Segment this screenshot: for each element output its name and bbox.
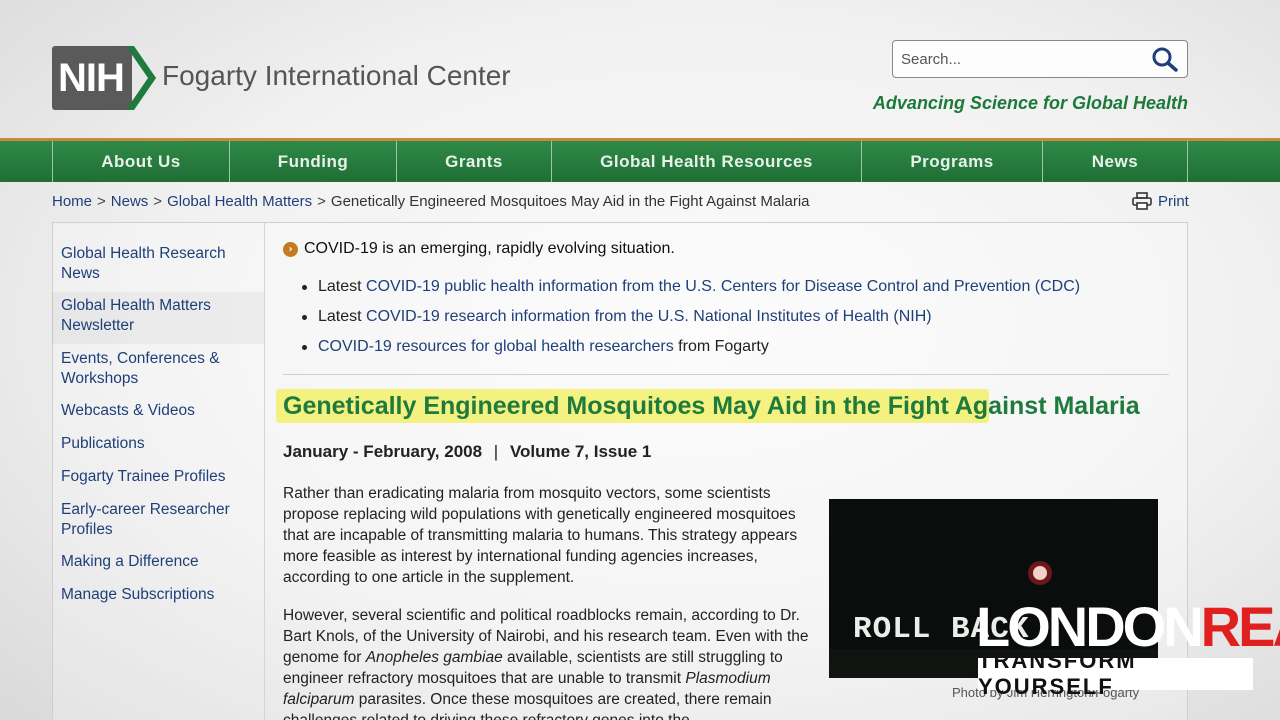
site-header: NIH Fogarty International Center Advanci… <box>0 0 1280 138</box>
breadcrumb: Home > News > Global Health Matters > Genetica… <box>52 193 810 210</box>
bullet-prefix: Latest <box>318 308 367 325</box>
species-name: Anopheles gambiae <box>365 649 503 666</box>
tagline: Advancing Science for Global Health <box>872 93 1188 113</box>
alert-text: COVID-19 is an emerging, rapidly evolvin… <box>304 240 675 257</box>
nav-programs[interactable]: Programs <box>861 141 1042 182</box>
list-item: Latest COVID-19 research information fro… <box>300 307 1080 337</box>
list-item: Latest COVID-19 public health informatio… <box>300 277 1080 307</box>
print-label: Print <box>1158 192 1189 210</box>
sidebar-item-publications[interactable]: Publications <box>52 434 264 454</box>
breadcrumb-separator: > <box>153 193 163 210</box>
breadcrumb-current: Genetically Engineered Mosquitoes May Ai… <box>330 193 810 210</box>
breadcrumb-separator: > <box>97 193 106 210</box>
nav-grants[interactable]: Grants <box>396 141 551 182</box>
covid-alert: › COVID-19 is an emerging, rapidly evolv… <box>283 240 675 258</box>
chevron-right-icon: › <box>283 241 298 257</box>
bullet-prefix: Latest <box>318 278 367 295</box>
alert-bullet-list: Latest COVID-19 public health informatio… <box>300 277 1080 367</box>
print-button[interactable]: Print <box>1132 192 1189 210</box>
breadcrumb-home[interactable]: Home <box>52 193 92 210</box>
london-real-watermark: LONDONREAL TRANSFORM YOURSELF <box>976 598 1280 700</box>
nav-global-health-resources[interactable]: Global Health Resources <box>551 141 861 182</box>
search-icon[interactable] <box>1151 46 1179 72</box>
article-title: Genetically Engineered Mosquitoes May Ai… <box>283 392 1140 420</box>
para2-text-c: parasites. Once these mosquitoes are cre… <box>283 691 772 720</box>
sidebar-item-manage-subscriptions[interactable]: Manage Subscriptions <box>52 585 264 605</box>
printer-icon <box>1132 192 1152 210</box>
sidebar-item-early-career-profiles[interactable]: Early-career Researcher Profiles <box>52 500 264 540</box>
article-paragraph-2: However, several scientific and politica… <box>283 605 823 720</box>
main-nav: About Us Funding Grants Global Health Re… <box>0 138 1280 182</box>
nav-news[interactable]: News <box>1042 141 1188 182</box>
browser-page: NIH Fogarty International Center Advanci… <box>0 0 1280 720</box>
sidebar-item-global-health-research-news[interactable]: Global Health Research News <box>52 244 264 284</box>
article-paragraph-1: Rather than eradicating malaria from mos… <box>283 485 798 586</box>
search-box <box>892 40 1188 78</box>
search-input[interactable] <box>901 49 1151 69</box>
nih-chevron-icon <box>126 46 156 110</box>
nav-about-us[interactable]: About Us <box>52 141 229 182</box>
sidebar-item-events[interactable]: Events, Conferences & Workshops <box>52 349 264 389</box>
breadcrumb-news[interactable]: News <box>111 193 149 210</box>
nih-info-link[interactable]: COVID-19 research information from the U… <box>366 308 932 325</box>
nih-logo-text: NIH <box>58 55 125 100</box>
fogarty-resources-link[interactable]: COVID-19 resources for global health res… <box>318 338 674 355</box>
sidebar: Global Health Research News Global Healt… <box>52 222 265 720</box>
breadcrumb-section[interactable]: Global Health Matters <box>167 193 312 210</box>
breadcrumb-separator: > <box>317 193 326 210</box>
sidebar-item-making-a-difference[interactable]: Making a Difference <box>52 552 264 572</box>
nih-logo[interactable]: NIH <box>52 46 132 110</box>
dateline-separator: | <box>493 442 499 461</box>
nav-funding[interactable]: Funding <box>229 141 396 182</box>
sidebar-item-trainee-profiles[interactable]: Fogarty Trainee Profiles <box>52 467 264 487</box>
sidebar-item-webcasts[interactable]: Webcasts & Videos <box>52 401 264 421</box>
bullet-suffix: from Fogarty <box>673 338 769 355</box>
org-name[interactable]: Fogarty International Center <box>162 60 511 92</box>
watermark-slogan: TRANSFORM YOURSELF <box>978 648 1253 699</box>
list-item: COVID-19 resources for global health res… <box>300 337 1080 367</box>
article-date: January - February, 2008 <box>283 442 483 461</box>
article-volume: Volume 7, Issue 1 <box>509 442 652 461</box>
article-dateline: January - February, 2008 | Volume 7, Iss… <box>283 442 651 462</box>
cdc-info-link[interactable]: COVID-19 public health information from … <box>366 278 1080 295</box>
sidebar-item-global-health-matters[interactable]: Global Health Matters Newsletter <box>52 292 264 344</box>
divider <box>283 374 1169 375</box>
